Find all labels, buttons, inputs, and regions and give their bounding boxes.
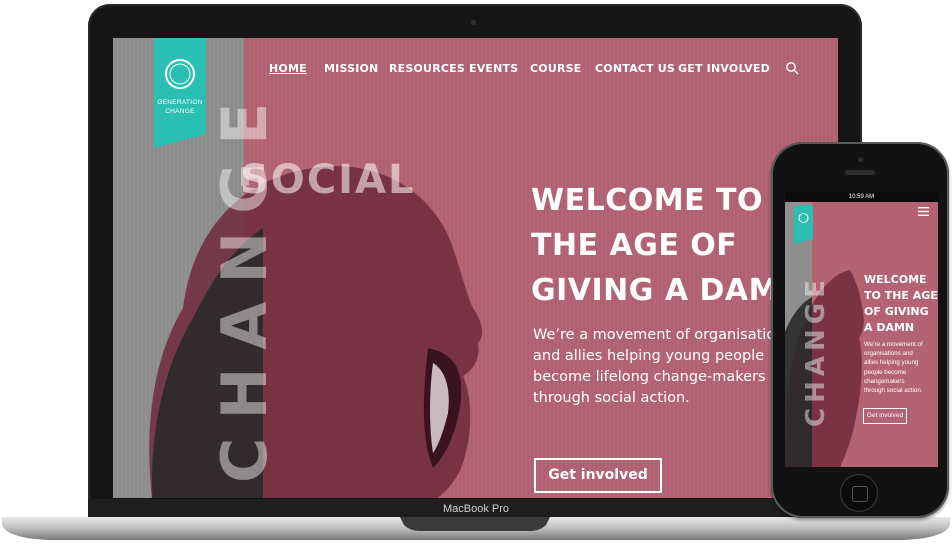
nav-home[interactable]: HOME — [269, 62, 307, 75]
phone-hero-title: WELCOME TO THE AGE OF GIVING A DAMN — [864, 272, 938, 336]
nav-course[interactable]: COURSE — [530, 62, 581, 75]
phone-status-bar: 10:59 AM — [785, 192, 938, 202]
phone-word-change: CHANGE — [801, 275, 831, 427]
logo-badge[interactable] — [154, 38, 206, 148]
nav-events[interactable]: EVENTS — [469, 62, 518, 75]
phone-title-line: WELCOME — [864, 273, 927, 286]
menu-icon[interactable] — [918, 207, 929, 216]
phone-speaker — [845, 170, 875, 175]
home-square-icon — [852, 486, 868, 502]
get-involved-button[interactable]: Get involved — [534, 458, 662, 493]
phone-body-line: changemakers — [864, 377, 905, 385]
phone-title-line: TO THE AGE — [864, 289, 938, 302]
laptop-model-label: MacBook Pro — [442, 503, 510, 515]
logo-text-line2: CHANGE — [165, 108, 195, 115]
search-icon[interactable] — [785, 61, 799, 75]
phone-body-line: through social action. — [864, 387, 923, 395]
logo-text: GENERATION CHANGE — [154, 98, 206, 116]
logo-text-line1: GENERATION — [157, 99, 203, 106]
phone-hero-description: We’re a movement of organisations and al… — [864, 340, 936, 395]
nav-contact-us[interactable]: CONTACT US — [595, 62, 675, 75]
phone-clock: 10:59 AM — [848, 194, 875, 200]
phone-logo-badge[interactable] — [794, 206, 813, 244]
nav-get-involved[interactable]: GET INVOLVED — [678, 62, 770, 75]
laptop-camera — [471, 20, 476, 25]
phone-title-line: A DAMN — [864, 321, 915, 334]
phone-title-line: OF GIVING — [864, 305, 929, 318]
phone-screen: CHANGE 10:59 AM WELCOME TO THE AGE OF GI… — [785, 192, 938, 467]
nav-mission[interactable]: MISSION — [324, 62, 378, 75]
phone-get-involved-button[interactable]: Get involved — [863, 408, 907, 424]
phone-body-line: organisations and — [864, 350, 913, 358]
phone-camera — [858, 157, 863, 162]
nav-resources[interactable]: RESOURCES — [389, 62, 465, 75]
headline-word-change: CHANGE — [208, 84, 281, 483]
phone-body-line: allies helping young — [864, 359, 919, 367]
phone-body-line: people become — [864, 368, 907, 376]
laptop-screen: GENERATION CHANGE HOME MISSION RESOURCES… — [113, 38, 838, 498]
phone-body-line: We’re a movement of — [864, 341, 923, 348]
